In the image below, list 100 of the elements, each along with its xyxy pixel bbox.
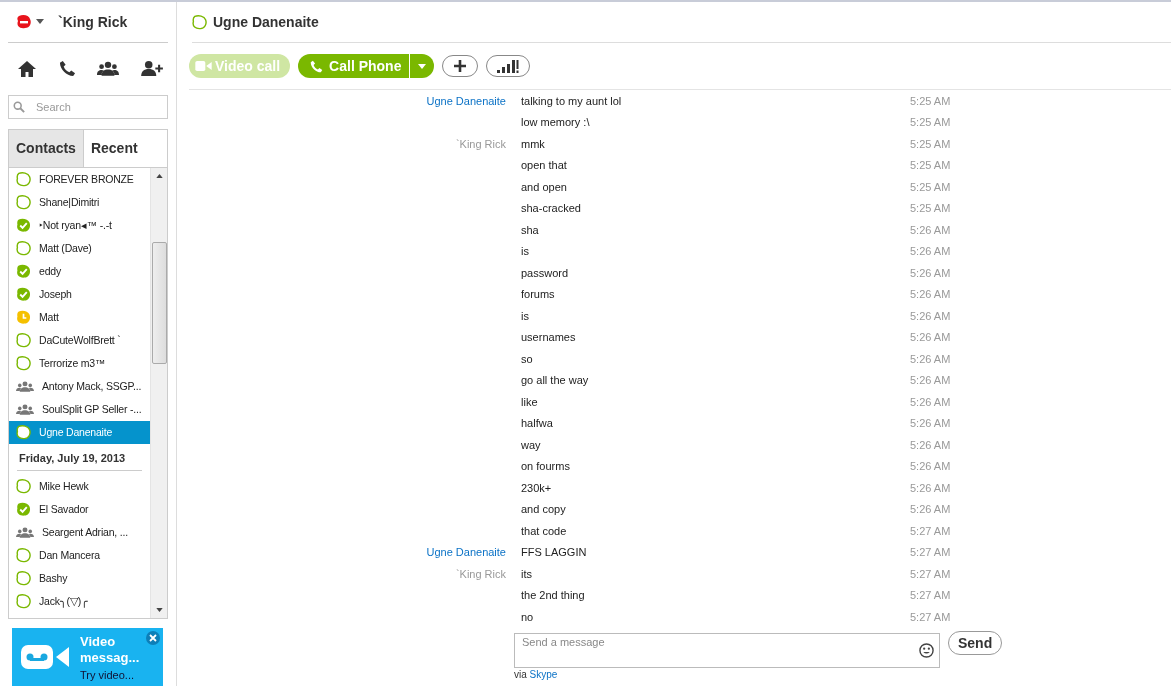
message-text: that code <box>521 524 568 537</box>
call-quality-button[interactable] <box>486 55 531 77</box>
message-time: 5:27 AM <box>910 546 952 559</box>
message-input[interactable]: Send a message <box>514 632 940 668</box>
contact-item[interactable]: Matt <box>9 305 150 329</box>
message-text: forums <box>521 288 556 301</box>
message-text: talking to my aunt lol <box>521 94 623 107</box>
message-text: way <box>521 438 542 451</box>
contact-item[interactable]: FOREVER BRONZE <box>9 167 150 191</box>
search-field[interactable]: Search <box>8 94 168 119</box>
message-text: go all the way <box>521 374 590 387</box>
message-text: halfwa <box>521 417 554 430</box>
message-text: so <box>521 352 534 365</box>
message-text: 230k+ <box>521 481 553 494</box>
caret-icon[interactable] <box>36 19 44 25</box>
contact-item[interactable]: Bashy <box>9 566 150 590</box>
message-time: 5:25 AM <box>910 202 952 215</box>
emoji-icon[interactable] <box>919 643 934 658</box>
message-text: is <box>521 309 530 322</box>
message-time: 5:26 AM <box>910 245 952 258</box>
scroll-thumb[interactable] <box>151 241 167 364</box>
message-time: 5:26 AM <box>910 266 952 279</box>
message-text: on fourms <box>521 460 571 473</box>
caret-icon <box>418 63 427 69</box>
search-icon <box>13 100 25 113</box>
home-icon[interactable] <box>17 59 37 78</box>
date-header: Friday, July 19, 2013 <box>17 445 142 471</box>
message-time: 5:26 AM <box>910 417 952 430</box>
message-text: open that <box>521 159 568 172</box>
message-time: 5:25 AM <box>910 137 952 150</box>
message-time: 5:27 AM <box>910 567 952 580</box>
message-text: no <box>521 610 535 623</box>
phone-icon <box>310 59 324 73</box>
message-time: 5:26 AM <box>910 481 952 494</box>
contact-item[interactable]: ‣Not ryan◂™ -.-t <box>9 213 150 237</box>
send-button[interactable]: Send <box>948 631 1003 655</box>
service-link[interactable]: Skype <box>529 669 558 680</box>
tab[interactable]: Contacts <box>9 129 84 167</box>
message-text: like <box>521 395 539 408</box>
contact-item[interactable]: Matt (Dave) <box>9 236 150 260</box>
sender-name[interactable]: Ugne Danenaite <box>426 94 506 107</box>
message-time: 5:25 AM <box>910 116 952 129</box>
message-text: sha-cracked <box>521 202 582 215</box>
offline-status-icon <box>192 14 207 30</box>
message-text: is <box>521 245 530 258</box>
message-text: mmk <box>521 137 546 150</box>
scroll-up-icon[interactable] <box>155 173 163 178</box>
message-text: usernames <box>521 331 577 344</box>
contact-item[interactable]: Mike Hewk <box>9 474 150 498</box>
message-time: 5:26 AM <box>910 223 952 236</box>
promo-title: Video messag... <box>80 633 141 666</box>
add-button[interactable] <box>442 55 479 77</box>
message-text: the 2nd thing <box>521 589 586 602</box>
account-name[interactable]: `King Rick <box>58 13 128 30</box>
contact-item[interactable]: SoulSplit GP Seller -... <box>9 397 150 421</box>
message-time: 5:25 AM <box>910 159 952 172</box>
message-text: sha <box>521 223 540 236</box>
message-time: 5:26 AM <box>910 352 952 365</box>
message-time: 5:25 AM <box>910 94 952 107</box>
contact-item[interactable]: Seargent Adrian, ... <box>9 520 150 544</box>
contact-item[interactable]: Joseph <box>9 282 150 306</box>
sender-name[interactable]: Ugne Danenaite <box>426 546 506 559</box>
status-icon[interactable] <box>16 13 32 30</box>
promo-subtitle: Try video... <box>80 668 135 681</box>
contact-item[interactable]: El Savador <box>9 497 150 521</box>
chat-title: Ugne Danenaite <box>213 14 319 30</box>
message-text: password <box>521 266 570 279</box>
contact-item[interactable]: Antony Mack, SSGP... <box>9 374 150 398</box>
message-text: its <box>521 567 533 580</box>
contact-item[interactable]: Dan Mancera <box>9 543 150 567</box>
message-time: 5:26 AM <box>910 460 952 473</box>
via-label: via <box>514 669 527 680</box>
message-text: FFS LAGGIN <box>521 546 588 559</box>
message-text: and open <box>521 180 568 193</box>
contact-item[interactable]: Terrorize m3™ <box>9 351 150 375</box>
contact-item[interactable]: DaCuteWolfBrett ` <box>9 328 150 352</box>
contact-item[interactable]: Shane|Dimitri <box>9 190 150 214</box>
message-time: 5:27 AM <box>910 524 952 537</box>
add-contact-icon[interactable] <box>140 60 164 78</box>
scroll-down-icon[interactable] <box>155 608 163 613</box>
contact-item[interactable]: Jack╮(▽)╭ <box>9 589 150 613</box>
close-icon[interactable] <box>146 631 160 646</box>
video-message-banner[interactable]: Video messag... Try video... <box>12 628 163 686</box>
plus-icon <box>453 59 468 73</box>
message-time: 5:25 AM <box>910 180 952 193</box>
message-text: and copy <box>521 503 567 516</box>
video-camera-icon <box>195 61 212 71</box>
contact-item[interactable]: eddy <box>9 259 150 283</box>
message-time: 5:26 AM <box>910 438 952 451</box>
message-time: 5:26 AM <box>910 374 952 387</box>
message-text: low memory :\ <box>521 116 591 129</box>
message-time: 5:26 AM <box>910 309 952 322</box>
signal-icon <box>497 59 520 73</box>
phone-icon[interactable] <box>58 60 76 78</box>
message-time: 5:27 AM <box>910 589 952 602</box>
message-time: 5:26 AM <box>910 395 952 408</box>
scrollbar[interactable] <box>150 167 167 619</box>
group-icon[interactable] <box>97 60 120 78</box>
message-time: 5:26 AM <box>910 288 952 301</box>
message-time: 5:26 AM <box>910 503 952 516</box>
